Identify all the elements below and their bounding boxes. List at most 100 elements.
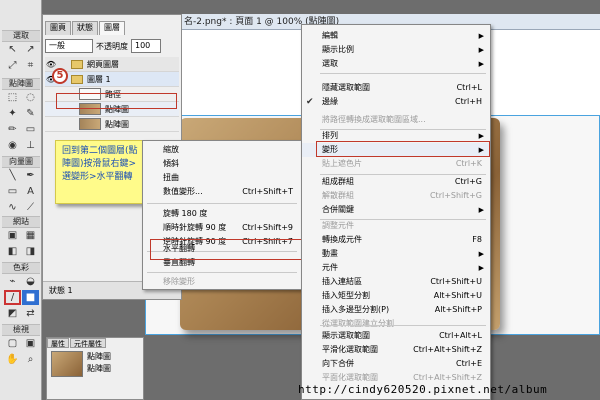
opacity-label: 不透明度 (96, 41, 128, 51)
menu-item[interactable]: 縮放 (143, 143, 301, 157)
tab-pages[interactable]: 圖頁 (45, 21, 71, 35)
tools-section-web: 網站 (2, 216, 40, 228)
instruction-note: 回到第二個圖層(點陣圖)按滑鼠右鍵>選變形>水平翻轉 (55, 140, 149, 204)
text-icon[interactable]: A (22, 184, 39, 199)
menu-item[interactable]: 編輯 ▶ (302, 29, 490, 43)
layer-controls: 一般 不透明度 100 (45, 37, 181, 55)
tools-section-view: 檢視 (2, 324, 40, 336)
blend-mode-select[interactable]: 一般 (45, 39, 93, 53)
full-screen-menu-icon[interactable]: ▣ (22, 336, 39, 351)
menu-item: 調整元件 (322, 221, 354, 230)
menu-item: 將路徑轉換成選取範圍區域... (322, 115, 426, 124)
step-number-badge: 5 (52, 68, 68, 84)
hand-icon[interactable]: ✋ (4, 352, 21, 367)
standard-screen-icon[interactable]: ▢ (4, 336, 21, 351)
pencil-icon[interactable]: ✏ (4, 122, 21, 137)
stroke-color-icon[interactable]: / (4, 290, 21, 305)
menu-item[interactable]: 順時針旋轉 90 度 Ctrl+Shift+9 (143, 221, 301, 235)
eye-icon[interactable]: 👁 (45, 60, 57, 69)
hotspot-icon[interactable]: ▣ (4, 228, 21, 243)
menu-item[interactable]: 插入連結區 Ctrl+Shift+U (302, 275, 490, 289)
default-colors-icon[interactable]: ◩ (4, 306, 21, 321)
layer-highlight-box (56, 93, 177, 109)
fill-color-icon[interactable]: ■ (22, 290, 39, 305)
context-menu: 編輯 ▶ 顯示比例 ▶ 選取 ▶ 隱藏選取範圍 Ctrl+L 邊緣 Ctrl+H 將路徑轉… (301, 24, 491, 400)
transform-submenu: 縮放 傾斜 扭曲 數值變形... Ctrl+Shift+T 旋轉 180 度 順時… (142, 140, 302, 290)
menu-item[interactable]: 顯示比例 ▶ (302, 43, 490, 57)
checkmark-icon: ✔ (306, 97, 314, 107)
zoom-icon[interactable]: ⌕ (22, 352, 39, 367)
tools-section-vector: 向量圖 (2, 156, 40, 168)
menu-item[interactable]: 顯示選取範圍 Ctrl+Alt+L (302, 329, 490, 343)
menu-item[interactable]: 組成群組 Ctrl+G (302, 175, 490, 189)
paint-bucket-icon[interactable]: ◒ (22, 274, 39, 289)
swap-colors-icon[interactable]: ⇄ (22, 306, 39, 321)
blur-icon[interactable]: ◉ (4, 138, 21, 153)
hide-slices-icon[interactable]: ◧ (4, 244, 21, 259)
crop-icon[interactable]: ⌗ (22, 58, 39, 73)
menu-item[interactable]: 元件 ▶ (302, 261, 490, 275)
menu-item[interactable]: 平滑化選取範圍 Ctrl+Alt+Shift+Z (302, 343, 490, 357)
tab-states[interactable]: 狀態 (72, 21, 98, 35)
layer-name: 點陣圖 (105, 119, 129, 129)
layer-thumbnail (79, 118, 101, 130)
subselect-icon[interactable]: ↗ (22, 42, 39, 57)
lasso-icon[interactable]: ◌ (22, 90, 39, 105)
menu-item: 移除變形 (163, 277, 195, 286)
show-slices-icon[interactable]: ◨ (22, 244, 39, 259)
layer-row[interactable]: 點陣圖 (45, 117, 179, 132)
menu-item[interactable]: 轉換成元件 F8 (302, 233, 490, 247)
brush-icon[interactable]: ✎ (22, 106, 39, 121)
object-thumbnail (51, 351, 83, 377)
line-icon[interactable]: ╲ (4, 168, 21, 183)
flip-horizontal-highlight-box (150, 239, 302, 260)
menu-item[interactable]: 插入多邊型分割(P) Alt+Shift+P (302, 303, 490, 317)
menu-separator (147, 203, 297, 204)
menu-item[interactable]: 扭曲 (143, 171, 301, 185)
menu-item[interactable]: 傾斜 (143, 157, 301, 171)
menu-separator (320, 325, 486, 326)
layer-name: 網頁圖層 (87, 59, 119, 69)
menu-item: 貼上遮色片 Ctrl+K (322, 159, 482, 168)
tools-panel: 選取 ↖ ↗ ⤢ ⌗ 點陣圖 ⬚ ◌ ✦ ✎ ✏ ▭ ◉ ⊥ 向量圖 ╲ ✒ ▭… (0, 0, 42, 400)
opacity-input[interactable]: 100 (131, 39, 161, 53)
eraser-icon[interactable]: ▭ (22, 122, 39, 137)
menu-separator (147, 272, 297, 273)
menu-item[interactable]: 動畫 ▶ (302, 247, 490, 261)
tools-section-select: 選取 (2, 30, 40, 42)
properties-panel: 屬性 元件屬性 點陣圖 點陣圖 (46, 337, 144, 400)
menu-item[interactable]: 旋轉 180 度 (143, 207, 301, 221)
tab-properties[interactable]: 屬性 (47, 338, 69, 348)
pen-icon[interactable]: ✒ (22, 168, 39, 183)
slice-icon[interactable]: ▦ (22, 228, 39, 243)
menu-item[interactable]: 選取 ▶ (302, 57, 490, 71)
eyedropper-icon[interactable]: ⌁ (4, 274, 21, 289)
stamp-icon[interactable]: ⊥ (22, 138, 39, 153)
marquee-icon[interactable]: ⬚ (4, 90, 21, 105)
menu-separator (320, 73, 486, 74)
folder-icon (71, 59, 83, 69)
menu-item[interactable]: 合併關鍵 ▶ (302, 203, 490, 217)
menu-item[interactable]: 隱藏選取範圍 Ctrl+L (302, 81, 490, 95)
properties-tabs: 屬性 元件屬性 (47, 338, 145, 348)
menu-item[interactable]: 數值變形... Ctrl+Shift+T (143, 185, 301, 199)
menu-item[interactable]: 插入矩型分割 Alt+Shift+U (302, 289, 490, 303)
menu-item: 解散群組 Ctrl+Shift+G (322, 191, 482, 200)
rectangle-icon[interactable]: ▭ (4, 184, 21, 199)
object-name-field[interactable]: 點陣圖 (87, 363, 111, 374)
pointer-icon[interactable]: ↖ (4, 42, 21, 57)
watermark-text: http://cindy620520.pixnet.net/album (298, 383, 548, 396)
magic-wand-icon[interactable]: ✦ (4, 106, 21, 121)
tools-section-bitmap: 點陣圖 (2, 78, 40, 90)
menu-item[interactable]: 向下合併 Ctrl+E (302, 357, 490, 371)
layer-name: 圖層 1 (87, 74, 111, 84)
folder-icon (71, 74, 83, 84)
tab-layers[interactable]: 圖層 (99, 21, 125, 35)
tab-symbol-properties[interactable]: 元件屬性 (70, 338, 106, 348)
scale-icon[interactable]: ⤢ (4, 58, 21, 73)
tools-section-colors: 色彩 (2, 262, 40, 274)
knife-icon[interactable]: ⟋ (22, 200, 39, 215)
freeform-icon[interactable]: ∿ (4, 200, 21, 215)
object-type: 點陣圖 (87, 352, 111, 361)
menu-item[interactable]: 邊緣 Ctrl+H (302, 95, 490, 109)
